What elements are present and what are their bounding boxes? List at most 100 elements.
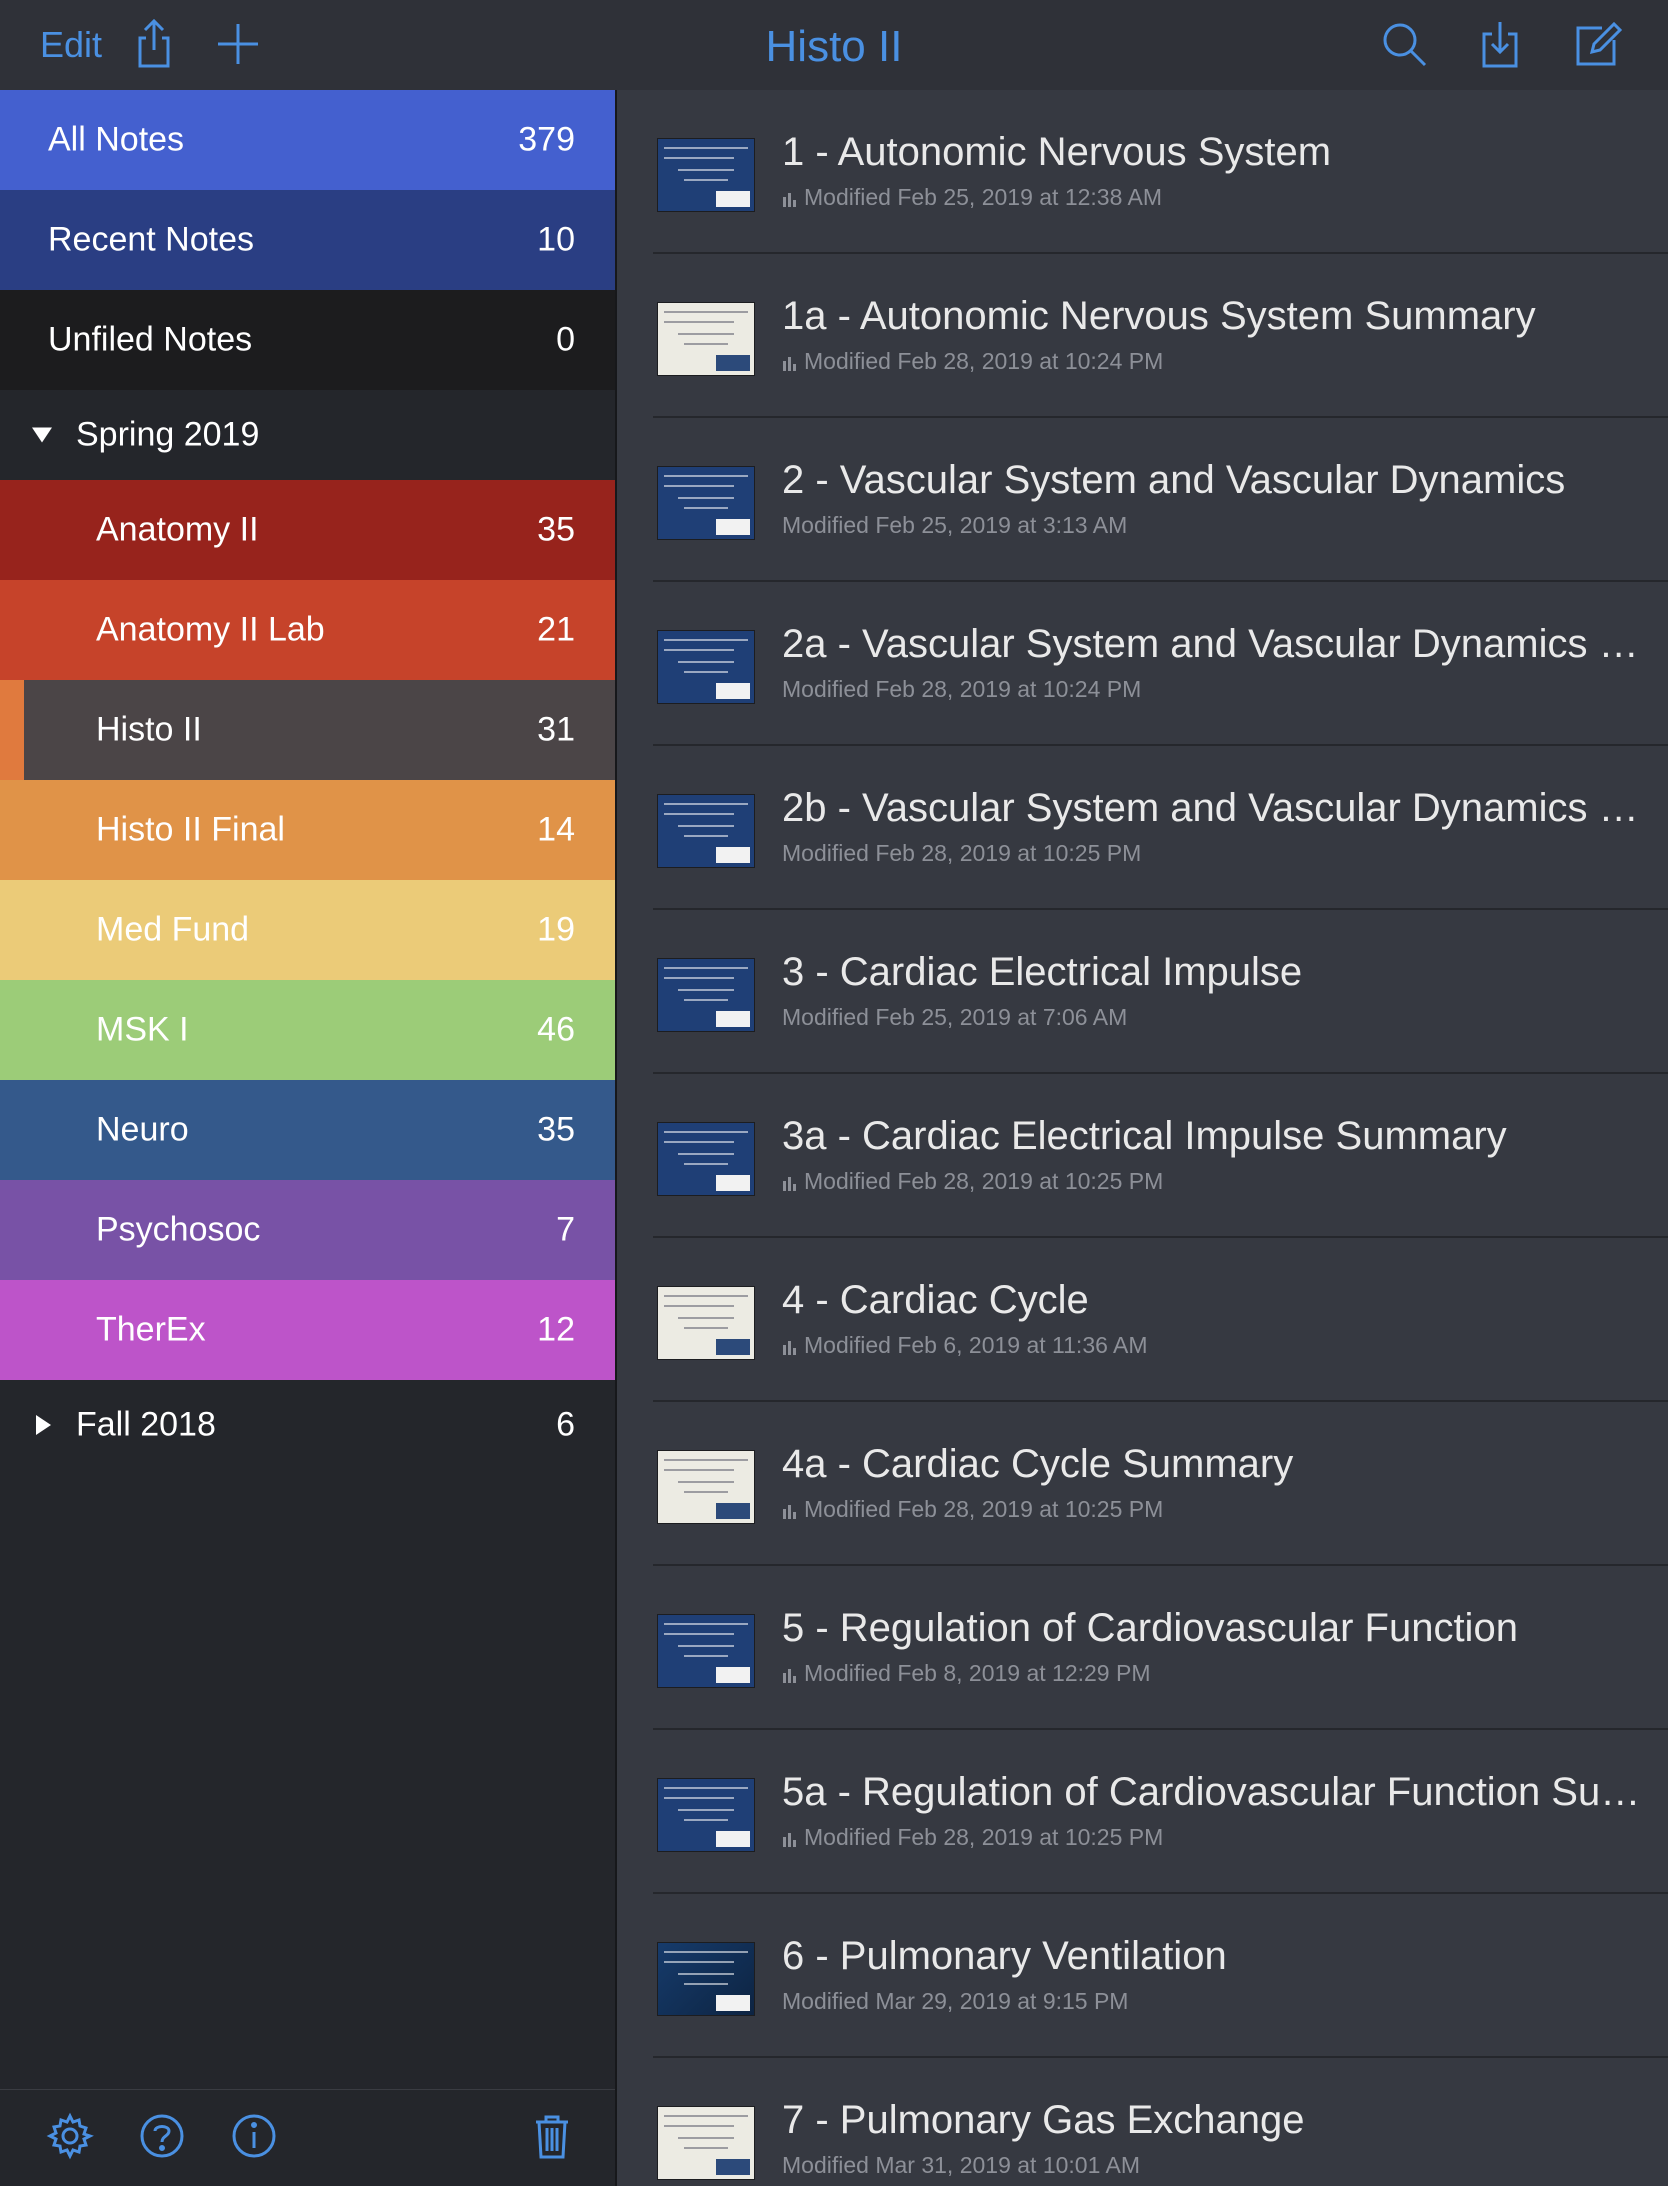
group-spring-2019[interactable]: Spring 2019 <box>0 390 615 480</box>
audio-bars-icon <box>783 192 796 207</box>
note-title: 2b - Vascular System and Vascular Dynami… <box>782 786 1642 830</box>
note-meta: Modified Feb 6, 2019 at 11:36 AM <box>782 1332 1148 1359</box>
notebook-histo-ii-final[interactable]: Histo II Final 14 <box>0 780 615 880</box>
note-row[interactable]: 4a - Cardiac Cycle Summary Modified Feb … <box>617 1402 1668 1566</box>
notebook-therex[interactable]: TherEx 12 <box>0 1280 615 1380</box>
notebook-count: 35 <box>537 510 575 549</box>
notebook-label: Anatomy II <box>96 510 259 549</box>
info-icon[interactable] <box>228 2110 280 2162</box>
note-row[interactable]: 2a - Vascular System and Vascular Dynami… <box>617 582 1668 746</box>
audio-bars-icon <box>783 1832 796 1847</box>
note-row[interactable]: 5 - Regulation of Cardiovascular Functio… <box>617 1566 1668 1730</box>
note-title: 3a - Cardiac Electrical Impulse Summary <box>782 1114 1507 1158</box>
selected-marker <box>0 680 24 780</box>
audio-bars-icon <box>783 1176 796 1191</box>
note-title: 3 - Cardiac Electrical Impulse <box>782 950 1303 994</box>
note-thumbnail <box>657 302 755 376</box>
search-icon[interactable] <box>1378 18 1430 70</box>
notebook-label: MSK I <box>96 1010 189 1049</box>
note-modified: Modified Mar 31, 2019 at 10:01 AM <box>782 2152 1140 2178</box>
note-title: 5a - Regulation of Cardiovascular Functi… <box>782 1770 1641 1814</box>
note-row[interactable]: 3a - Cardiac Electrical Impulse Summary … <box>617 1074 1668 1238</box>
note-row[interactable]: 5a - Regulation of Cardiovascular Functi… <box>617 1730 1668 1894</box>
sidebar-item-recent-notes[interactable]: Recent Notes 10 <box>0 190 615 290</box>
sidebar-item-label: Recent Notes <box>48 220 254 259</box>
note-modified: Modified Feb 25, 2019 at 12:38 AM <box>804 184 1163 210</box>
note-meta: Modified Mar 31, 2019 at 10:01 AM <box>782 2152 1140 2179</box>
notebook-count: 21 <box>537 610 575 649</box>
disclosure-expanded-icon[interactable] <box>32 427 52 443</box>
note-row[interactable]: 1a - Autonomic Nervous System Summary Mo… <box>617 254 1668 418</box>
notebook-anatomy-ii[interactable]: Anatomy II 35 <box>0 480 615 580</box>
sidebar-item-count: 10 <box>537 220 575 259</box>
note-modified: Modified Feb 28, 2019 at 10:24 PM <box>804 348 1164 374</box>
notebook-label: Anatomy II Lab <box>96 610 325 649</box>
settings-icon[interactable] <box>44 2110 96 2162</box>
notebook-label: TherEx <box>96 1310 206 1349</box>
note-row[interactable]: 6 - Pulmonary Ventilation Modified Mar 2… <box>617 1894 1668 2058</box>
note-meta: Modified Feb 28, 2019 at 10:24 PM <box>782 348 1163 375</box>
notebook-count: 14 <box>537 810 575 849</box>
compose-icon[interactable] <box>1572 18 1624 70</box>
note-row[interactable]: 2 - Vascular System and Vascular Dynamic… <box>617 418 1668 582</box>
note-row[interactable]: 2b - Vascular System and Vascular Dynami… <box>617 746 1668 910</box>
note-meta: Modified Feb 28, 2019 at 10:25 PM <box>782 840 1141 867</box>
notebook-med-fund[interactable]: Med Fund 19 <box>0 880 615 980</box>
notebook-msk-i[interactable]: MSK I 46 <box>0 980 615 1080</box>
import-icon[interactable] <box>1474 18 1526 70</box>
audio-bars-icon <box>783 1668 796 1683</box>
notebook-count: 7 <box>556 1210 575 1249</box>
disclosure-collapsed-icon[interactable] <box>36 1415 51 1435</box>
note-row[interactable]: 4 - Cardiac Cycle Modified Feb 6, 2019 a… <box>617 1238 1668 1402</box>
notes-list: 1 - Autonomic Nervous System Modified Fe… <box>617 90 1668 2186</box>
note-thumbnail <box>657 794 755 868</box>
notebook-neuro[interactable]: Neuro 35 <box>0 1080 615 1180</box>
note-title: 2a - Vascular System and Vascular Dynami… <box>782 622 1642 666</box>
note-row[interactable]: 1 - Autonomic Nervous System Modified Fe… <box>617 90 1668 254</box>
note-row[interactable]: 3 - Cardiac Electrical Impulse Modified … <box>617 910 1668 1074</box>
note-meta: Modified Feb 25, 2019 at 7:06 AM <box>782 1004 1127 1031</box>
help-icon[interactable] <box>136 2110 188 2162</box>
note-thumbnail <box>657 1286 755 1360</box>
note-thumbnail <box>657 2106 755 2180</box>
sidebar-item-unfiled-notes[interactable]: Unfiled Notes 0 <box>0 290 615 390</box>
note-title: 4a - Cardiac Cycle Summary <box>782 1442 1294 1486</box>
sidebar-item-label: All Notes <box>48 120 185 159</box>
sidebar: All Notes 379 Recent Notes 10 Unfiled No… <box>0 90 617 2186</box>
note-title: 7 - Pulmonary Gas Exchange <box>782 2098 1305 2142</box>
note-thumbnail <box>657 1450 755 1524</box>
note-meta: Modified Feb 28, 2019 at 10:25 PM <box>782 1824 1163 1851</box>
note-meta: Modified Mar 29, 2019 at 9:15 PM <box>782 1988 1128 2015</box>
group-count: 6 <box>556 1405 575 1444</box>
note-thumbnail <box>657 1614 755 1688</box>
note-modified: Modified Feb 28, 2019 at 10:25 PM <box>804 1496 1164 1522</box>
notebook-label: Histo II <box>96 710 202 749</box>
note-title: 1 - Autonomic Nervous System <box>782 130 1332 174</box>
sidebar-item-label: Unfiled Notes <box>48 320 253 359</box>
notebook-label: Med Fund <box>96 910 250 949</box>
trash-icon[interactable] <box>526 2110 578 2162</box>
note-thumbnail <box>657 1122 755 1196</box>
notebook-count: 46 <box>537 1010 575 1049</box>
note-modified: Modified Feb 28, 2019 at 10:24 PM <box>782 676 1142 702</box>
note-modified: Modified Feb 25, 2019 at 3:13 AM <box>782 512 1128 538</box>
group-fall-2018[interactable]: Fall 2018 6 <box>0 1380 615 1470</box>
group-label: Spring 2019 <box>76 415 260 454</box>
note-meta: Modified Feb 28, 2019 at 10:25 PM <box>782 1168 1163 1195</box>
notebook-count: 35 <box>537 1110 575 1149</box>
sidebar-item-count: 0 <box>556 320 575 359</box>
note-modified: Modified Feb 28, 2019 at 10:25 PM <box>782 840 1142 866</box>
note-thumbnail <box>657 466 755 540</box>
notebook-histo-ii[interactable]: Histo II 31 <box>0 680 615 780</box>
note-modified: Modified Feb 28, 2019 at 10:25 PM <box>804 1824 1164 1850</box>
notebook-anatomy-ii-lab[interactable]: Anatomy II Lab 21 <box>0 580 615 680</box>
notebook-psychosoc[interactable]: Psychosoc 7 <box>0 1180 615 1280</box>
sidebar-item-all-notes[interactable]: All Notes 379 <box>0 90 615 190</box>
note-modified: Modified Feb 6, 2019 at 11:36 AM <box>804 1332 1148 1358</box>
notebook-label: Histo II Final <box>96 810 285 849</box>
audio-bars-icon <box>783 356 796 371</box>
notebook-count: 19 <box>537 910 575 949</box>
note-row[interactable]: 7 - Pulmonary Gas Exchange Modified Mar … <box>617 2058 1668 2186</box>
note-title: 6 - Pulmonary Ventilation <box>782 1934 1227 1978</box>
audio-bars-icon <box>783 1504 796 1519</box>
